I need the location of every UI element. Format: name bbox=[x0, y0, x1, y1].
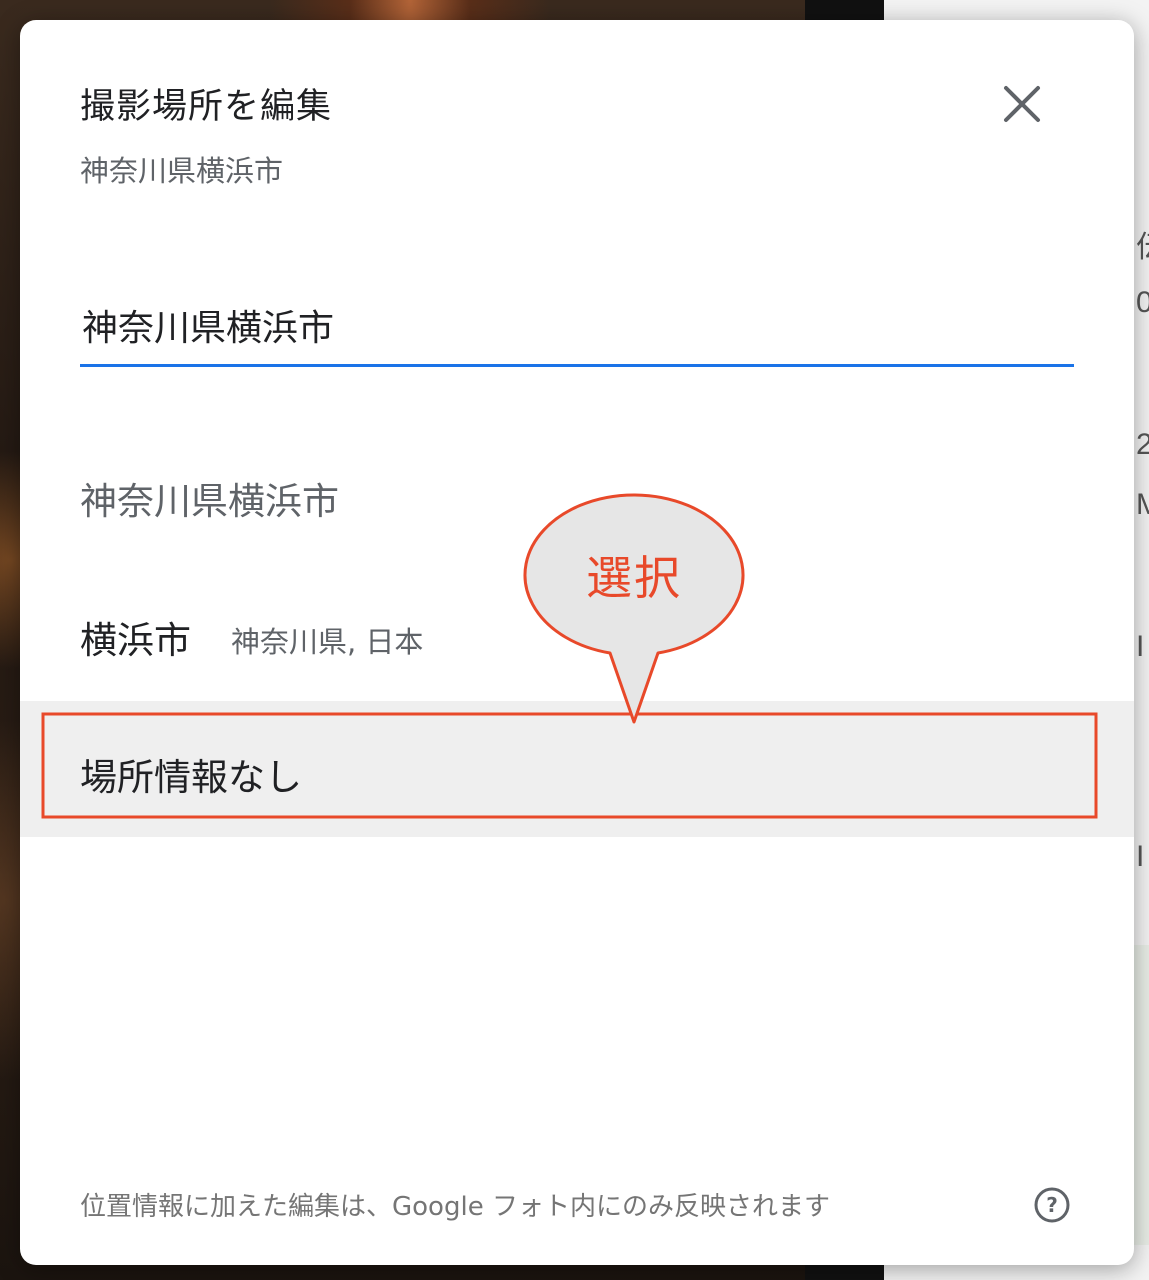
suggestion-item-no-location[interactable]: 場所情報なし bbox=[20, 701, 1134, 837]
background-peek-text: I bbox=[1136, 630, 1145, 663]
footer-note: 位置情報に加えた編集は、Google フォト内にのみ反映されます bbox=[80, 1192, 830, 1222]
suggestion-main-text: 横浜市 bbox=[80, 619, 191, 662]
suggestion-main-text: 神奈川県横浜市 bbox=[80, 480, 339, 523]
background-peek-text: 0 bbox=[1136, 286, 1149, 319]
background-peek-text: I bbox=[1136, 840, 1145, 873]
close-icon bbox=[1004, 86, 1040, 122]
edit-location-dialog: 撮影場所を編集 神奈川県横浜市 神奈川県横浜市 横浜市 神奈川県, 日本 場所情… bbox=[20, 20, 1134, 1265]
suggestion-main-text: 場所情報なし bbox=[80, 756, 302, 799]
suggestion-item[interactable]: 神奈川県横浜市 bbox=[20, 425, 1134, 561]
background-map bbox=[1134, 945, 1149, 1245]
background-peek-text: 伝 bbox=[1136, 222, 1149, 266]
help-circle-icon: ? bbox=[1034, 1187, 1070, 1223]
location-search-input[interactable] bbox=[80, 290, 1076, 360]
dialog-title: 撮影場所を編集 bbox=[80, 87, 333, 127]
background-peek-text: 2 bbox=[1136, 428, 1149, 461]
help-button[interactable]: ? bbox=[1033, 1186, 1071, 1224]
location-search-field bbox=[80, 290, 1076, 367]
suggestion-secondary-text: 神奈川県, 日本 bbox=[231, 625, 424, 659]
background-peek-text: M bbox=[1136, 488, 1149, 521]
close-button[interactable] bbox=[1000, 82, 1044, 126]
svg-text:?: ? bbox=[1046, 1193, 1058, 1217]
callout-label: 選択 bbox=[586, 551, 682, 605]
dialog-subtitle: 神奈川県横浜市 bbox=[80, 154, 284, 188]
